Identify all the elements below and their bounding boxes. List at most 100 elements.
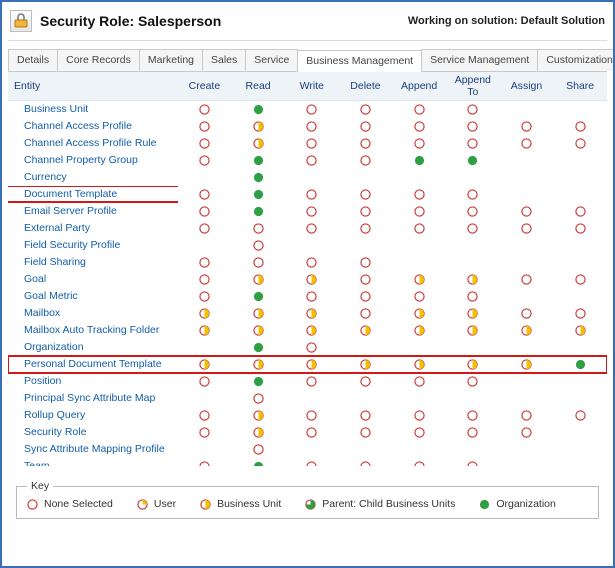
priv-cell[interactable] [285,339,339,356]
tab-sales[interactable]: Sales [202,49,246,71]
priv-cell[interactable] [500,322,554,339]
priv-cell[interactable] [392,118,446,135]
priv-cell[interactable] [500,305,554,322]
priv-cell[interactable] [553,220,607,237]
entity-link[interactable]: Security Role [8,424,178,441]
entity-link[interactable]: Currency [8,169,178,186]
priv-cell[interactable] [446,288,500,305]
priv-cell[interactable] [392,220,446,237]
entity-link[interactable]: Personal Document Template [8,356,178,373]
column-assign[interactable]: Assign [500,72,554,101]
priv-cell[interactable] [231,441,285,458]
priv-cell[interactable] [178,356,232,373]
priv-cell[interactable] [392,407,446,424]
priv-cell[interactable] [392,186,446,203]
priv-cell[interactable] [178,220,232,237]
tab-service[interactable]: Service [245,49,298,71]
priv-cell[interactable] [339,322,393,339]
priv-cell[interactable] [231,424,285,441]
priv-cell[interactable] [339,424,393,441]
priv-cell[interactable] [285,424,339,441]
entity-link[interactable]: Mailbox [8,305,178,322]
priv-cell[interactable] [178,271,232,288]
priv-cell[interactable] [446,220,500,237]
priv-cell[interactable] [285,186,339,203]
priv-cell[interactable] [285,407,339,424]
priv-cell[interactable] [392,356,446,373]
column-create[interactable]: Create [178,72,232,101]
priv-cell[interactable] [231,237,285,254]
priv-cell[interactable] [285,322,339,339]
tab-business-management[interactable]: Business Management [297,50,422,72]
priv-cell[interactable] [178,424,232,441]
priv-cell[interactable] [231,101,285,118]
priv-cell[interactable] [178,135,232,152]
priv-cell[interactable] [446,322,500,339]
entity-link[interactable]: Goal [8,271,178,288]
column-share[interactable]: Share [553,72,607,101]
priv-cell[interactable] [446,186,500,203]
priv-cell[interactable] [231,220,285,237]
priv-cell[interactable] [500,271,554,288]
priv-cell[interactable] [285,203,339,220]
priv-cell[interactable] [178,254,232,271]
tab-details[interactable]: Details [8,49,58,71]
tab-marketing[interactable]: Marketing [139,49,203,71]
priv-cell[interactable] [285,135,339,152]
priv-cell[interactable] [231,288,285,305]
priv-cell[interactable] [285,271,339,288]
priv-cell[interactable] [553,356,607,373]
entity-link[interactable]: Business Unit [8,101,178,118]
entity-link[interactable]: Document Template [8,186,178,203]
priv-cell[interactable] [392,152,446,169]
priv-cell[interactable] [392,203,446,220]
priv-cell[interactable] [392,424,446,441]
entity-link[interactable]: Mailbox Auto Tracking Folder [8,322,178,339]
entity-link[interactable]: Sync Attribute Mapping Profile [8,441,178,458]
priv-cell[interactable] [392,271,446,288]
entity-link[interactable]: Channel Access Profile [8,118,178,135]
priv-cell[interactable] [392,101,446,118]
priv-cell[interactable] [392,373,446,390]
priv-cell[interactable] [285,288,339,305]
priv-cell[interactable] [446,305,500,322]
priv-cell[interactable] [231,254,285,271]
entity-link[interactable]: Goal Metric [8,288,178,305]
entity-link[interactable]: Team [8,458,178,467]
priv-cell[interactable] [339,458,393,467]
priv-cell[interactable] [231,152,285,169]
priv-cell[interactable] [339,118,393,135]
entity-link[interactable]: Channel Property Group [8,152,178,169]
permissions-grid-scroll[interactable]: EntityCreateReadWriteDeleteAppendAppend … [8,72,607,466]
column-write[interactable]: Write [285,72,339,101]
priv-cell[interactable] [553,203,607,220]
priv-cell[interactable] [500,135,554,152]
priv-cell[interactable] [285,220,339,237]
priv-cell[interactable] [178,101,232,118]
priv-cell[interactable] [339,288,393,305]
priv-cell[interactable] [178,203,232,220]
priv-cell[interactable] [339,220,393,237]
priv-cell[interactable] [553,322,607,339]
column-read[interactable]: Read [231,72,285,101]
entity-link[interactable]: Field Sharing [8,254,178,271]
priv-cell[interactable] [553,407,607,424]
priv-cell[interactable] [500,407,554,424]
priv-cell[interactable] [231,458,285,467]
priv-cell[interactable] [339,152,393,169]
priv-cell[interactable] [231,118,285,135]
priv-cell[interactable] [446,118,500,135]
entity-link[interactable]: External Party [8,220,178,237]
priv-cell[interactable] [231,407,285,424]
priv-cell[interactable] [178,458,232,467]
priv-cell[interactable] [553,271,607,288]
column-append-to[interactable]: Append To [446,72,500,101]
priv-cell[interactable] [285,152,339,169]
priv-cell[interactable] [231,186,285,203]
priv-cell[interactable] [339,373,393,390]
priv-cell[interactable] [285,101,339,118]
priv-cell[interactable] [231,356,285,373]
priv-cell[interactable] [339,305,393,322]
priv-cell[interactable] [339,407,393,424]
priv-cell[interactable] [178,288,232,305]
